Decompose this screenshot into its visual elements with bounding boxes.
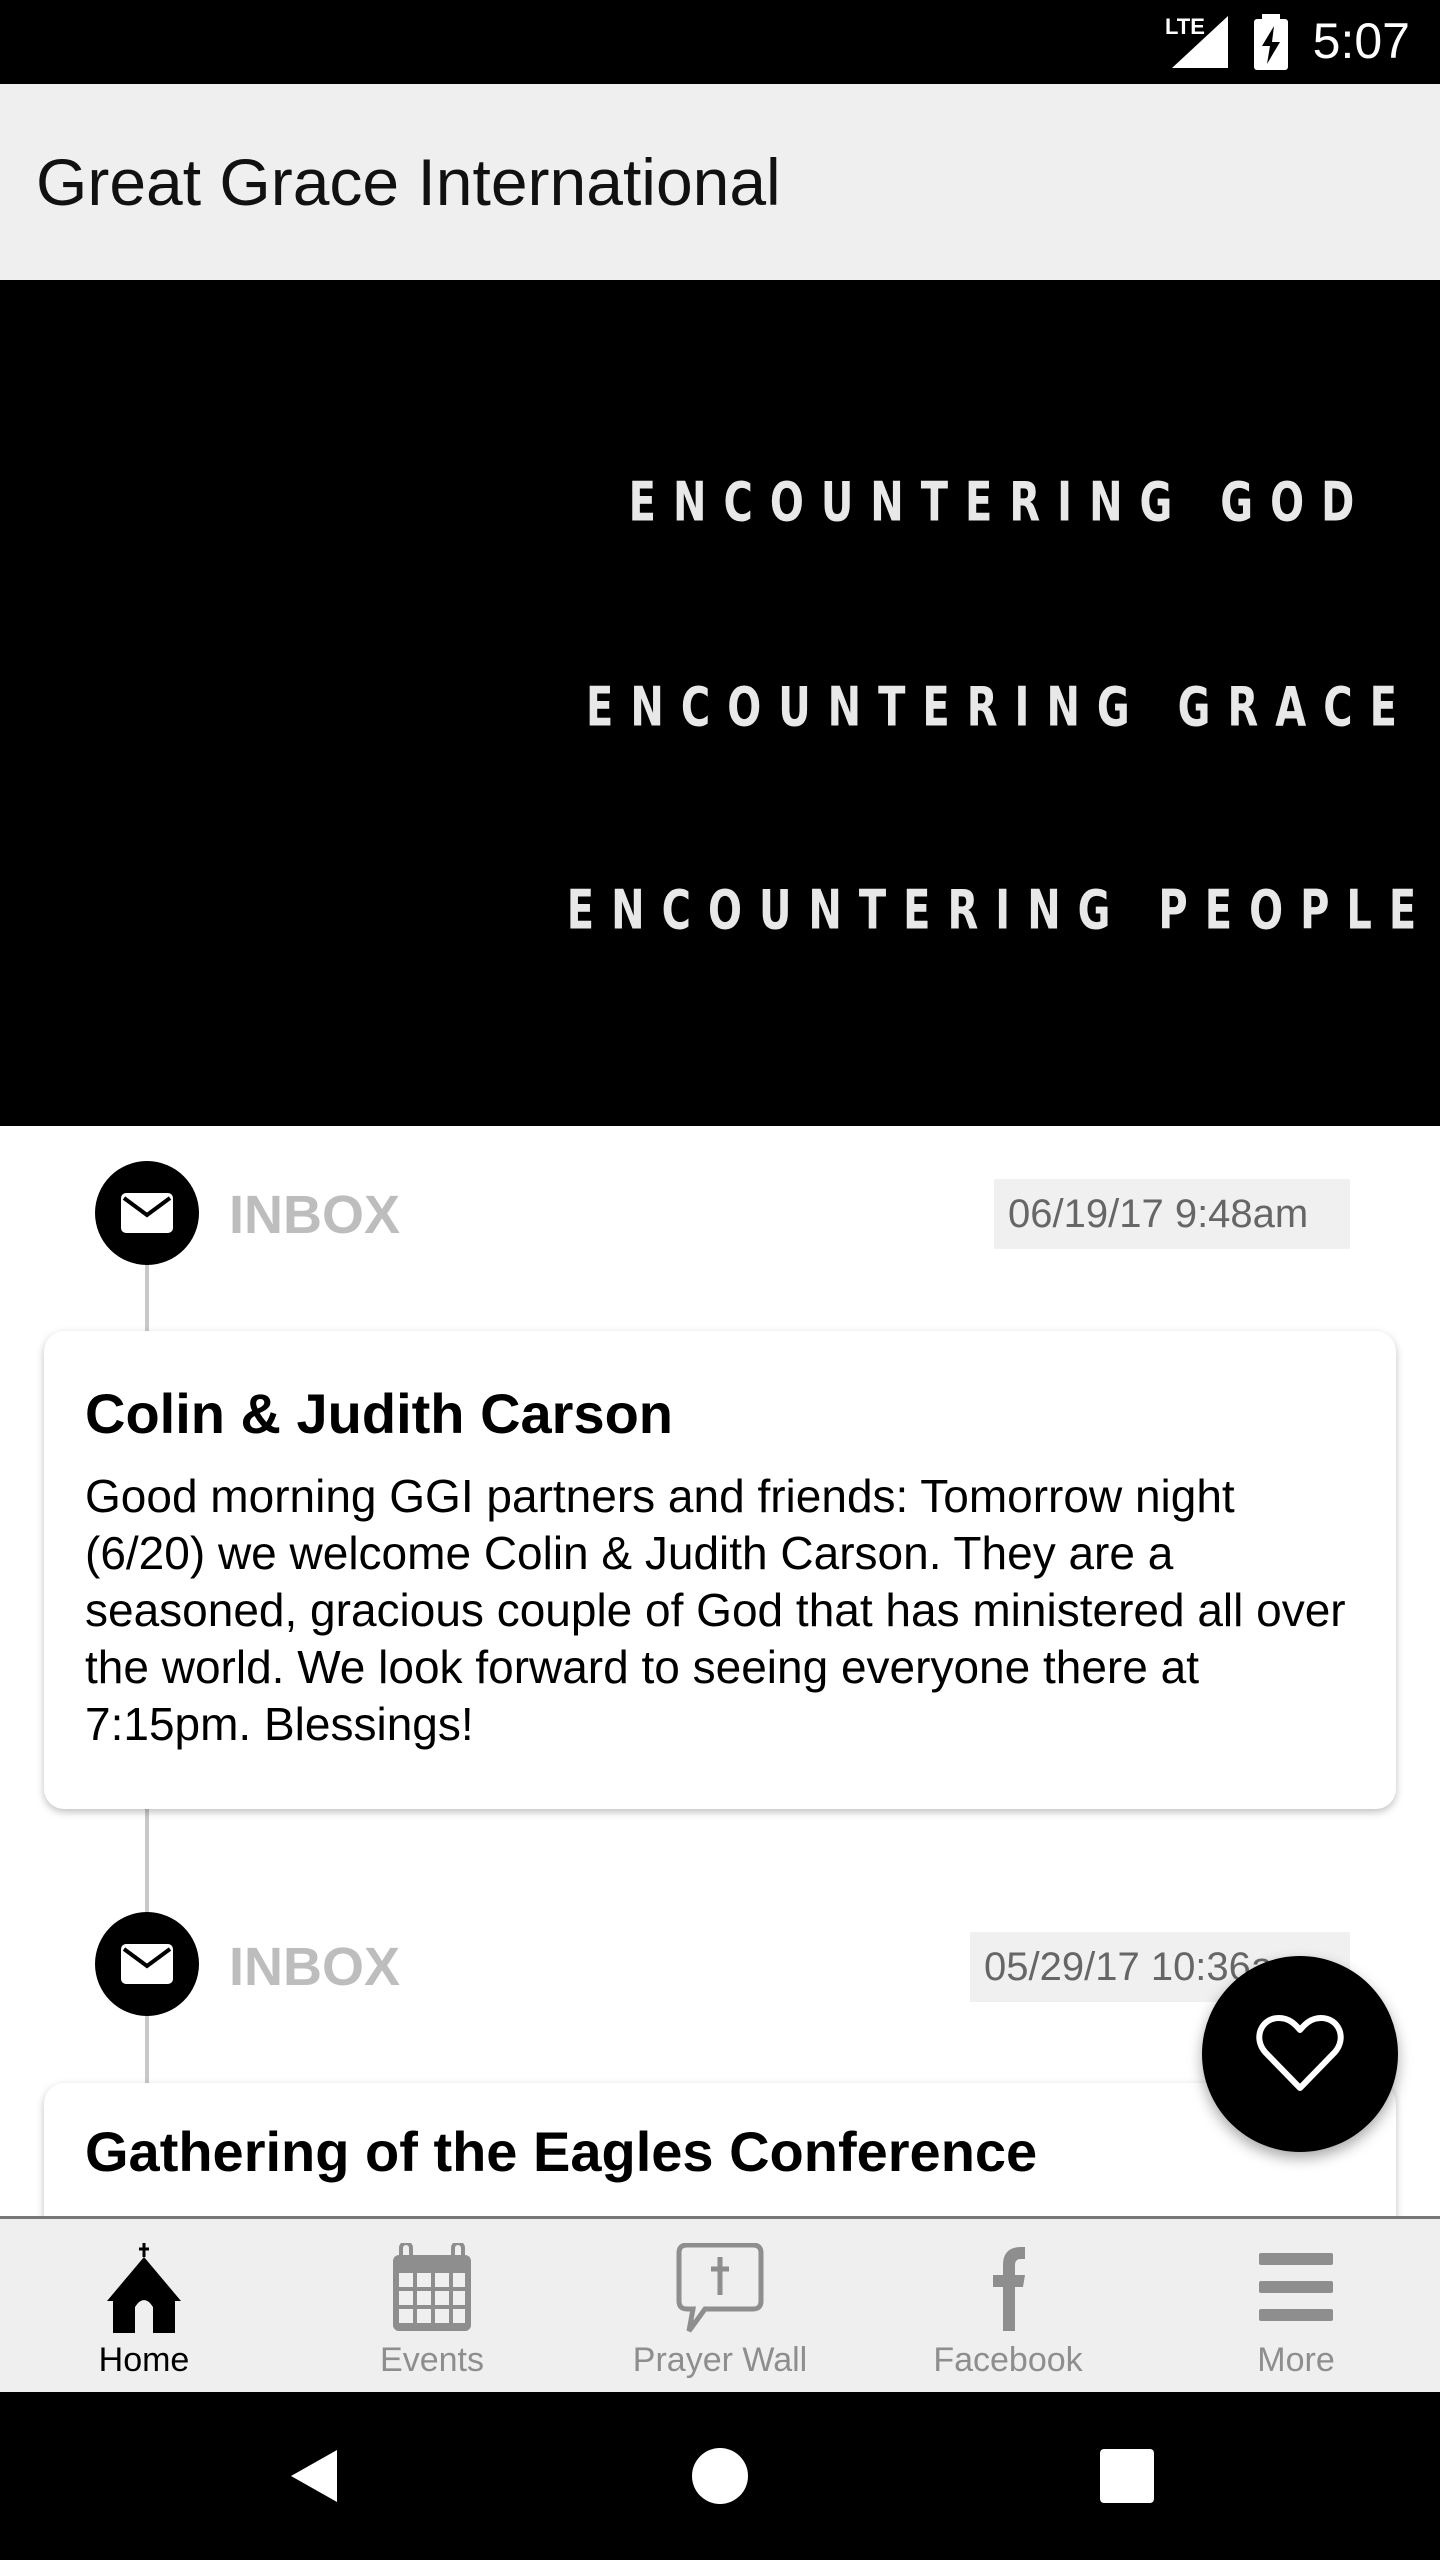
recents-icon[interactable] — [1097, 2446, 1157, 2506]
clock: 5:07 — [1312, 13, 1410, 69]
tab-label: Home — [98, 2341, 190, 2379]
status-bar: LTE 5:07 — [0, 0, 1440, 84]
system-nav-bar — [0, 2392, 1440, 2560]
battery-charging-icon — [1254, 14, 1288, 70]
banner-line: ENCOUNTERING GOD — [628, 471, 1372, 535]
tab-more[interactable]: More — [1152, 2219, 1440, 2392]
tab-label: Facebook — [933, 2341, 1083, 2379]
tab-home[interactable]: Home — [0, 2219, 288, 2392]
tab-label: Events — [380, 2341, 484, 2379]
tab-facebook[interactable]: Facebook — [864, 2219, 1152, 2392]
envelope-icon — [95, 1161, 199, 1265]
envelope-icon — [95, 1912, 199, 2016]
banner-line: ENCOUNTERING PEOPLE — [566, 879, 1434, 943]
bottom-tab-bar: Home Events Prayer Wall Facebook More — [0, 2216, 1440, 2392]
back-icon[interactable] — [285, 2446, 345, 2506]
prayer-bubble-icon — [676, 2243, 764, 2333]
signal-icon — [1172, 16, 1228, 68]
timestamp: 06/19/17 9:48am — [994, 1179, 1350, 1249]
menu-icon — [1259, 2253, 1333, 2321]
tab-prayer-wall[interactable]: Prayer Wall — [576, 2219, 864, 2392]
tab-label: More — [1257, 2341, 1335, 2379]
church-icon — [107, 2243, 181, 2333]
heart-icon — [1256, 2015, 1344, 2091]
banner-line: ENCOUNTERING GRACE — [586, 676, 1414, 740]
favorite-button[interactable] — [1202, 1956, 1398, 2152]
tab-events[interactable]: Events — [288, 2219, 576, 2392]
home-circle-icon[interactable] — [690, 2446, 750, 2506]
page-title: Great Grace International — [36, 145, 781, 219]
item-type-label: INBOX — [229, 1185, 401, 1245]
message-title: Gathering of the Eagles Conference — [85, 2120, 1038, 2183]
item-type-label: INBOX — [229, 1937, 401, 1997]
calendar-icon — [393, 2243, 471, 2331]
hero-banner: ENCOUNTERING GOD ENCOUNTERING GRACE ENCO… — [0, 280, 1440, 1126]
tab-label: Prayer Wall — [632, 2341, 808, 2379]
message-card[interactable]: Colin & Judith Carson Good morning GGI p… — [44, 1331, 1396, 1809]
message-title: Colin & Judith Carson — [85, 1382, 673, 1445]
message-body: Good morning GGI partners and friends: T… — [85, 1470, 1346, 1750]
facebook-icon — [993, 2247, 1025, 2331]
app-bar: Great Grace International — [0, 84, 1440, 280]
